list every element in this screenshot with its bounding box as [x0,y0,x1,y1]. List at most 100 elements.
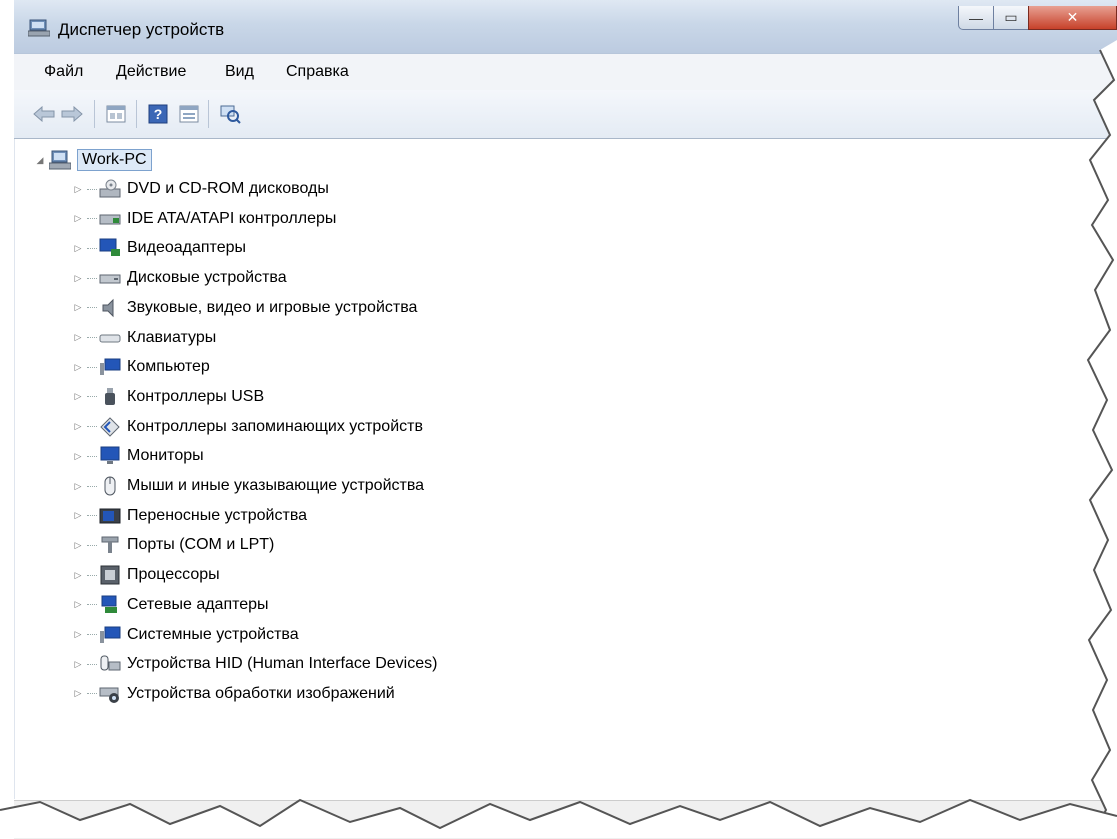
expand-arrow-icon[interactable]: ▷ [73,659,83,669]
close-icon: ✕ [1066,9,1079,25]
tree-item[interactable]: ▷ DVD и CD-ROM дисководы [73,176,329,202]
maximize-button[interactable]: ▭ [993,6,1029,30]
properties-pane-button[interactable] [104,102,128,126]
tree-connector [87,366,97,368]
tree-item-label[interactable]: Сетевые адаптеры [127,596,269,614]
disk-drive-icon [99,268,121,288]
title-bar[interactable]: Диспетчер устройств — ▭ ✕ [14,0,1117,54]
tree-connector [87,426,97,428]
tree-item[interactable]: ▷ IDE ATA/ATAPI контроллеры [73,206,337,232]
tree-item[interactable]: ▷ Клавиатуры [73,325,217,351]
tree-connector [87,455,97,457]
tree-connector [87,247,97,249]
expand-arrow-icon[interactable]: ▷ [73,599,83,610]
expand-arrow-icon[interactable]: ▷ [73,688,83,699]
tree-item-label[interactable]: Дисковые устройства [127,269,287,287]
menu-help[interactable]: Справка [286,63,349,81]
port-icon [99,535,121,555]
tree-root[interactable]: ◢ Work-PC [35,147,152,173]
tree-item[interactable]: ▷ Контроллеры USB [73,384,264,410]
expand-arrow-icon[interactable]: ▷ [73,629,83,640]
tree-item-label[interactable]: Устройства HID (Human Interface Devices) [127,655,437,673]
tree-connector [87,604,97,606]
tree-item-label[interactable]: Компьютер [127,358,210,376]
tree-item[interactable]: ▷ Звуковые, видео и игровые устройства [73,295,417,321]
expand-arrow-icon[interactable]: ▷ [73,184,83,194]
tree-root-label[interactable]: Work-PC [77,149,152,171]
imaging-device-icon [99,684,121,704]
expand-arrow-icon[interactable]: ▷ [73,332,83,343]
tree-item-label[interactable]: Контроллеры запоминающих устройств [127,418,423,436]
device-manager-icon [27,19,51,37]
tree-item[interactable]: ▷ Дисковые устройства [73,265,287,291]
console-tree-button[interactable] [177,102,201,126]
toolbar-separator [136,100,137,128]
tree-item-label[interactable]: Процессоры [127,566,220,584]
expand-arrow-icon[interactable]: ▷ [73,302,83,313]
tree-item-label[interactable]: DVD и CD-ROM дисководы [127,180,329,198]
help-button[interactable]: ? [146,102,170,126]
expand-arrow-icon[interactable]: ▷ [73,540,83,550]
menu-file[interactable]: Файл [44,63,83,81]
tree-item[interactable]: ▷ Мониторы [73,443,204,469]
expand-arrow-icon[interactable]: ▷ [73,421,83,432]
toolbar-separator [94,100,95,128]
processor-icon [99,565,121,585]
tree-connector [87,544,97,546]
tree-item[interactable]: ▷ Устройства HID (Human Interface Devices… [73,651,438,677]
tree-item-label[interactable]: IDE ATA/ATAPI контроллеры [127,210,336,228]
scan-hardware-icon [220,105,241,124]
expand-arrow-icon[interactable]: ▷ [73,570,83,580]
tree-item-label[interactable]: Клавиатуры [127,329,216,347]
tree-item[interactable]: ▷ Процессоры [73,562,220,588]
collapse-arrow-icon[interactable]: ◢ [35,155,45,165]
storage-controller-icon [99,416,121,437]
tree-item-label[interactable]: Видеоадаптеры [127,239,246,257]
tree-item[interactable]: ▷ Мыши и иные указывающие устройства [73,473,424,499]
tree-connector [87,634,97,635]
expand-arrow-icon[interactable]: ▷ [73,213,83,224]
back-button[interactable] [32,102,56,126]
tree-item-label[interactable]: Переносные устройства [127,507,307,525]
properties-pane-icon [106,105,126,123]
tree-item[interactable]: ▷ Видеоадаптеры [73,235,246,261]
tree-item[interactable]: ▷ Переносные устройства [73,503,308,529]
tree-connector [87,396,97,398]
scan-hardware-button[interactable] [218,102,242,126]
tree-item-label[interactable]: Контроллеры USB [127,388,264,406]
tree-item-label[interactable]: Мониторы [127,447,204,465]
expand-arrow-icon[interactable]: ▷ [73,362,83,372]
tree-item-label[interactable]: Порты (COM и LPT) [127,536,274,554]
tree-item-label[interactable]: Звуковые, видео и игровые устройства [127,299,417,317]
expand-arrow-icon[interactable]: ▷ [73,481,83,491]
tree-connector [87,188,97,190]
menu-action[interactable]: Действие [116,63,186,81]
expand-arrow-icon[interactable]: ▷ [73,243,83,253]
close-button[interactable]: ✕ [1028,6,1117,30]
expand-arrow-icon[interactable]: ▷ [73,273,83,283]
expand-arrow-icon[interactable]: ▷ [73,451,83,461]
speaker-icon [99,298,121,318]
usb-icon [99,387,121,407]
tree-item-label[interactable]: Мыши и иные указывающие устройства [127,477,424,495]
tree-item[interactable]: ▷ Системные устройства [73,622,299,648]
minimize-button[interactable]: — [958,6,994,30]
help-icon: ? [148,104,168,124]
menu-view[interactable]: Вид [225,63,254,81]
tree-item[interactable]: ▷ Устройства обработки изображений [73,681,395,707]
tree-item[interactable]: ▷ Контроллеры запоминающих устройств [73,414,423,440]
expand-arrow-icon[interactable]: ▷ [73,510,83,521]
tree-connector [87,307,97,309]
tree-connector [87,218,97,220]
tree-item-label[interactable]: Системные устройства [127,626,299,644]
ide-controller-icon [99,209,121,229]
maximize-icon: ▭ [1004,9,1018,25]
forward-button[interactable] [60,102,84,126]
expand-arrow-icon[interactable]: ▷ [73,391,83,402]
tree-item[interactable]: ▷ Компьютер [73,354,210,380]
tree-item-label[interactable]: Устройства обработки изображений [127,685,395,703]
window-title: Диспетчер устройств [58,20,225,39]
toolbar: ? [14,90,1117,139]
tree-item[interactable]: ▷ Порты (COM и LPT) [73,532,274,558]
tree-item[interactable]: ▷ Сетевые адаптеры [73,592,269,618]
